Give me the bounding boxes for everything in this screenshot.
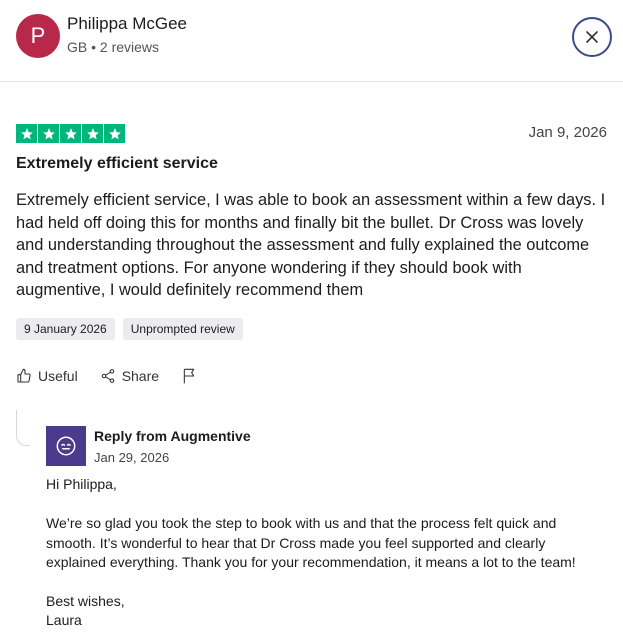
reply-connector <box>16 410 30 446</box>
star-icon <box>82 124 103 143</box>
useful-label: Useful <box>38 368 78 384</box>
review-tags: 9 January 2026 Unprompted review <box>16 318 243 340</box>
reviewer-name[interactable]: Philippa McGee <box>67 14 187 34</box>
report-button[interactable] <box>181 367 197 385</box>
reply-body: We’re so glad you took the step to book … <box>46 515 576 570</box>
reviewer-header: P Philippa McGee GB • 2 reviews <box>0 0 623 82</box>
review-title: Extremely efficient service <box>16 155 218 172</box>
star-icon <box>16 124 37 143</box>
augmentive-logo <box>46 426 86 466</box>
close-icon <box>586 31 598 43</box>
reply-from: Reply from Augmentive <box>94 428 251 444</box>
star-icon <box>38 124 59 143</box>
review-body: Extremely efficient service, I was able … <box>16 191 606 299</box>
reply-signature: Laura <box>46 612 82 628</box>
reply-signoff: Best wishes, <box>46 593 125 609</box>
close-button[interactable] <box>572 17 612 57</box>
thumbs-up-icon <box>17 368 31 383</box>
star-rating <box>16 124 125 143</box>
useful-button[interactable]: Useful <box>16 368 78 384</box>
experience-date-tag: 9 January 2026 <box>16 318 115 340</box>
avatar: P <box>16 14 60 58</box>
star-icon <box>60 124 81 143</box>
reply-date: Jan 29, 2026 <box>94 450 170 465</box>
review-date: Jan 9, 2026 <box>528 124 607 141</box>
reviewer-meta: GB • 2 reviews <box>67 39 160 55</box>
share-label: Share <box>121 368 160 384</box>
unprompted-review-tag[interactable]: Unprompted review <box>122 318 243 340</box>
share-button[interactable]: Share <box>100 368 159 384</box>
share-icon <box>101 369 114 383</box>
star-icon <box>104 124 125 143</box>
reply-greeting: Hi Philippa, <box>46 476 117 492</box>
review-actions: Useful Share <box>16 367 219 385</box>
flag-icon <box>183 368 195 384</box>
